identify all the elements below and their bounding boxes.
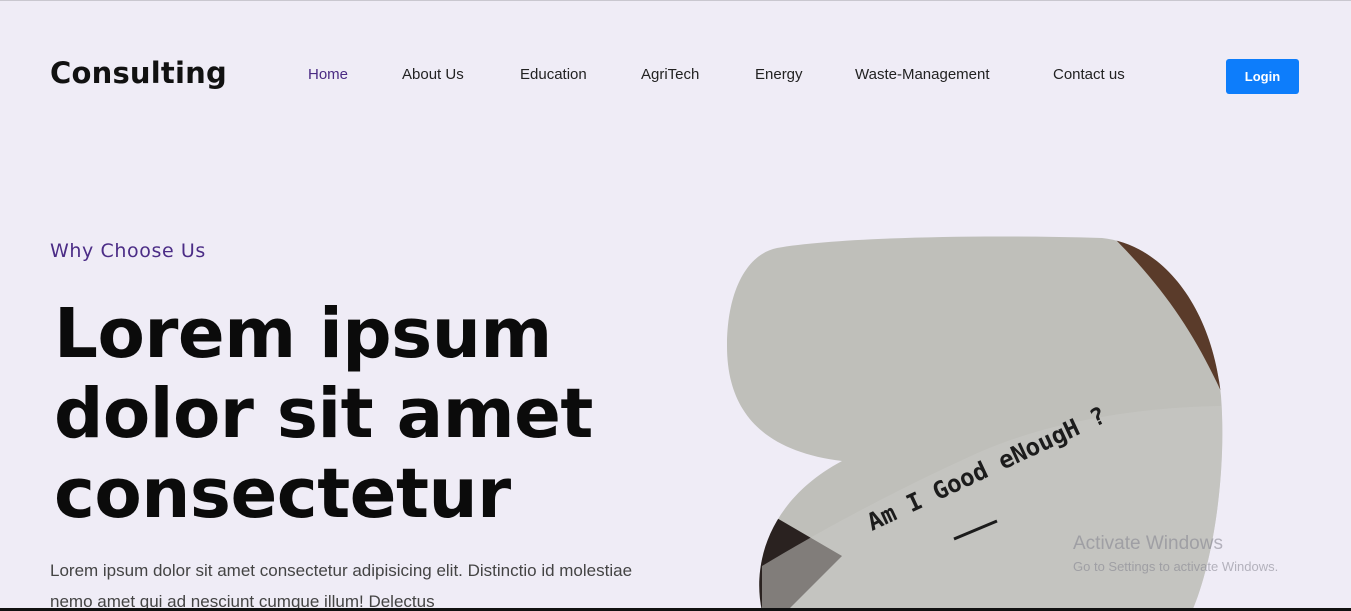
brand-logo[interactable]: Consulting [50,56,227,90]
activate-windows-watermark: Activate Windows Go to Settings to activ… [1073,533,1278,574]
hero-description: Lorem ipsum dolor sit amet consectetur a… [50,561,633,611]
nav-about-us[interactable]: About Us [402,66,464,83]
nav-contact-us[interactable]: Contact us [1053,66,1125,83]
nav-education[interactable]: Education [520,66,587,83]
watermark-subtitle: Go to Settings to activate Windows. [1073,559,1279,574]
top-border [0,0,1351,1]
nav-agritech[interactable]: AgriTech [641,66,699,83]
nav-home[interactable]: Home [308,66,348,83]
section-eyebrow: Why Choose Us [50,240,206,262]
watermark-title: Activate Windows [1073,533,1223,554]
nav-energy[interactable]: Energy [755,66,803,83]
login-button[interactable]: Login [1226,59,1299,94]
hero-headline: Lorem ipsum dolor sit amet consectetur [54,294,593,534]
nav-waste-management[interactable]: Waste-Management [855,66,990,83]
